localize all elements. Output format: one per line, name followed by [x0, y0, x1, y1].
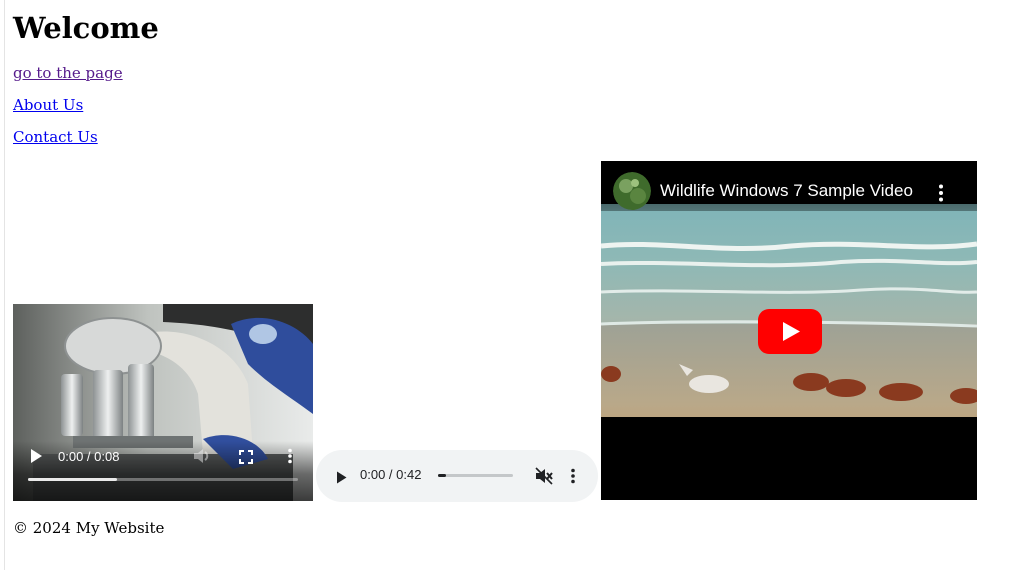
- muted-icon[interactable]: [535, 467, 553, 489]
- video-progress-bar[interactable]: [28, 478, 298, 481]
- more-vert-icon[interactable]: [938, 184, 944, 206]
- page-left-border: [4, 0, 5, 570]
- go-to-page-link[interactable]: go to the page: [13, 64, 123, 82]
- footer-copyright: © 2024 My Website: [13, 519, 165, 537]
- video-time-display: 0:00 / 0:08: [58, 449, 120, 464]
- youtube-play-icon[interactable]: [758, 309, 822, 354]
- video-player[interactable]: 0:00 / 0:08: [13, 304, 313, 501]
- youtube-embed[interactable]: Wildlife Windows 7 Sample Video: [601, 161, 977, 500]
- channel-avatar[interactable]: [613, 172, 651, 210]
- youtube-video-title[interactable]: Wildlife Windows 7 Sample Video: [660, 181, 913, 201]
- fullscreen-icon[interactable]: [239, 449, 253, 468]
- audio-seek-bar[interactable]: [438, 474, 513, 477]
- audio-time-display: 0:00 / 0:42: [360, 467, 422, 482]
- play-icon[interactable]: [29, 448, 43, 468]
- volume-icon[interactable]: [193, 448, 209, 468]
- about-us-link[interactable]: About Us: [13, 96, 83, 114]
- more-vert-icon[interactable]: [287, 448, 293, 468]
- more-vert-icon[interactable]: [570, 468, 576, 488]
- video-buffered-fill: [28, 478, 118, 481]
- contact-us-link[interactable]: Contact Us: [13, 128, 98, 146]
- audio-played-fill: [438, 474, 446, 477]
- play-icon[interactable]: [336, 469, 347, 488]
- audio-player[interactable]: 0:00 / 0:42: [316, 450, 598, 502]
- page-title: Welcome: [13, 11, 159, 45]
